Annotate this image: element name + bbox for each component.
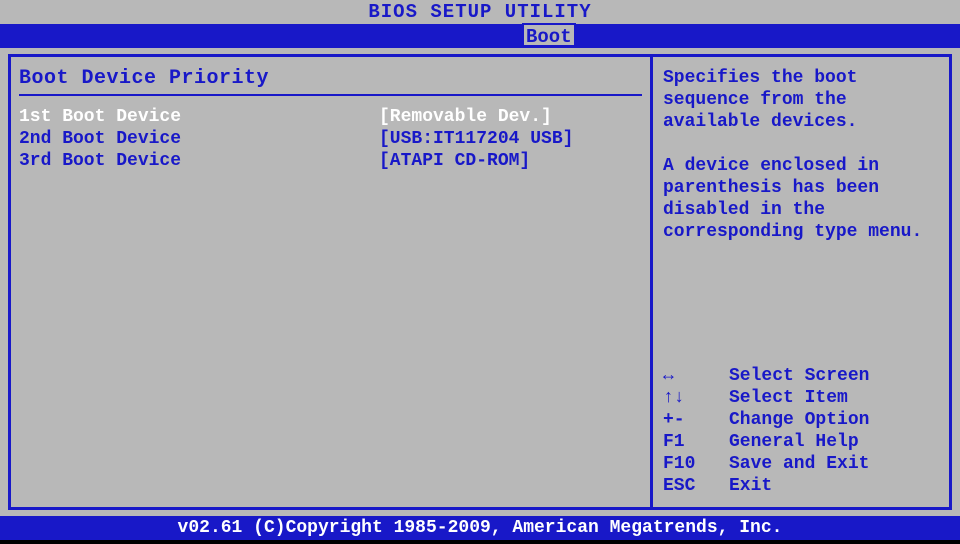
key-desc: Select Screen [729,365,869,387]
key-bindings: ↔ Select Screen ↑↓ Select Item +- Change… [663,365,939,497]
key-binding-select-screen: ↔ Select Screen [663,365,939,387]
bios-screen: BIOS SETUP UTILITY Boot Boot Device Prio… [0,0,960,544]
key-binding-change-option: +- Change Option [663,409,939,431]
app-title: BIOS SETUP UTILITY [368,1,591,23]
key-binding-exit: ESC Exit [663,475,939,497]
key-desc: Save and Exit [729,453,869,475]
footer-bar: v02.61 (C)Copyright 1985-2009, American … [0,516,960,540]
boot-device-row-2[interactable]: 2nd Boot Device [USB:IT117204 USB] [19,128,642,150]
key-label: ESC [663,475,729,497]
key-label: F1 [663,431,729,453]
boot-device-label: 2nd Boot Device [19,128,379,150]
key-label: ↔ [663,365,729,387]
title-bar: BIOS SETUP UTILITY [0,0,960,24]
boot-device-value: [Removable Dev.] [379,106,552,128]
boot-device-row-1[interactable]: 1st Boot Device [Removable Dev.] [19,106,642,128]
key-label: ↑↓ [663,387,729,409]
footer-text: v02.61 (C)Copyright 1985-2009, American … [178,518,783,538]
boot-device-value: [USB:IT117204 USB] [379,128,573,150]
main-area: Boot Device Priority 1st Boot Device [Re… [0,48,960,516]
section-divider [19,94,642,96]
key-binding-general-help: F1 General Help [663,431,939,453]
key-desc: General Help [729,431,859,453]
boot-device-row-3[interactable]: 3rd Boot Device [ATAPI CD-ROM] [19,150,642,172]
key-label: +- [663,409,729,431]
key-binding-save-exit: F10 Save and Exit [663,453,939,475]
tab-boot[interactable]: Boot [522,23,576,47]
help-spacer [663,243,939,365]
boot-device-value: [ATAPI CD-ROM] [379,150,530,172]
key-label: F10 [663,453,729,475]
tab-boot-label: Boot [526,26,572,48]
section-title: Boot Device Priority [19,67,642,90]
help-pane: Specifies the boot sequence from the ava… [650,54,952,510]
key-desc: Select Item [729,387,848,409]
key-binding-select-item: ↑↓ Select Item [663,387,939,409]
help-text: Specifies the boot sequence from the ava… [663,67,939,243]
key-desc: Exit [729,475,772,497]
menu-bar[interactable]: Boot [0,24,960,48]
boot-device-label: 1st Boot Device [19,106,379,128]
key-desc: Change Option [729,409,869,431]
boot-device-label: 3rd Boot Device [19,150,379,172]
settings-pane: Boot Device Priority 1st Boot Device [Re… [8,54,650,510]
boot-device-list: 1st Boot Device [Removable Dev.] 2nd Boo… [19,106,642,172]
